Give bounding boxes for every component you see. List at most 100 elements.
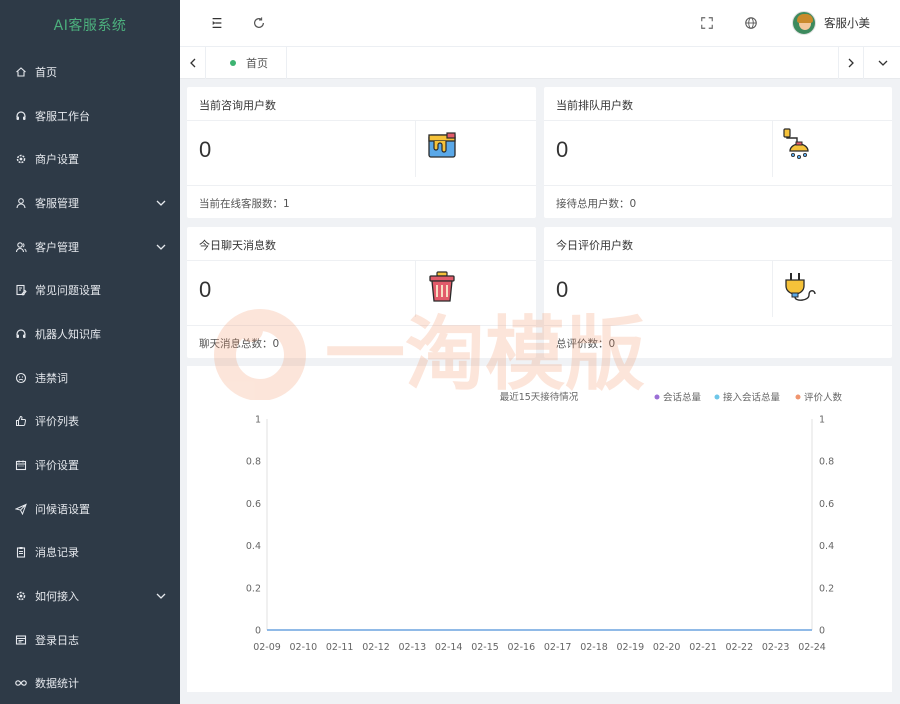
sidebar-item-label: 评价列表 (35, 415, 79, 429)
x-tick-label: 02-10 (290, 642, 318, 653)
tabs-dropdown-icon[interactable] (870, 47, 896, 79)
sidebar-item-0[interactable]: 首页 (0, 50, 180, 94)
card-footer: 接待总用户数：0 (556, 198, 637, 210)
sidebar-item-label: 如何接入 (35, 590, 79, 604)
y-tick-label-right: 0.2 (819, 583, 834, 594)
chevron-down-icon (156, 591, 166, 601)
edit-doc-icon (15, 284, 27, 297)
calendar-icon (15, 459, 27, 471)
log-icon (15, 634, 27, 646)
fullscreen-icon[interactable] (698, 14, 716, 32)
sidebar-item-label: 常见问题设置 (35, 284, 101, 298)
headset-icon (15, 110, 27, 122)
sidebar-item-2[interactable]: 商户设置 (0, 137, 180, 181)
y-tick-label-left: 0.4 (246, 541, 261, 552)
language-globe-icon[interactable] (742, 14, 760, 32)
chevron-down-icon (156, 198, 166, 208)
sidebar-item-10[interactable]: 问候语设置 (0, 487, 180, 531)
user-menu[interactable]: 客服小美 (792, 11, 870, 35)
gear-icon (15, 153, 27, 165)
shower-icon (782, 127, 816, 161)
x-tick-label: 02-18 (580, 642, 608, 653)
clipboard-icon (15, 546, 27, 558)
x-tick-label: 02-12 (362, 642, 390, 653)
chevron-down-icon (156, 242, 166, 252)
menu-toggle-icon[interactable] (208, 14, 226, 32)
sidebar-item-label: 消息记录 (35, 546, 79, 560)
sidebar-item-14[interactable]: 数据统计 (0, 662, 180, 704)
legend-marker (714, 394, 720, 400)
y-tick-label-right: 0.6 (819, 499, 834, 510)
y-tick-label-left: 0.2 (246, 583, 261, 594)
sidebar-item-label: 首页 (35, 65, 57, 79)
sidebar-item-3[interactable]: 客服管理 (0, 181, 180, 225)
stat-card-current-consult: 当前咨询用户数 0 当前在线客服数：1 (187, 87, 536, 218)
sidebar-item-13[interactable]: 登录日志 (0, 618, 180, 662)
sidebar-item-1[interactable]: 客服工作台 (0, 94, 180, 138)
trash-bin-icon (425, 270, 459, 304)
y-tick-label-left: 1 (255, 415, 261, 426)
home-icon (15, 66, 27, 78)
send-icon (15, 503, 27, 515)
sidebar-item-5[interactable]: 常见问题设置 (0, 268, 180, 312)
user-name: 客服小美 (824, 16, 870, 30)
x-tick-label: 02-19 (617, 642, 645, 653)
y-tick-label-left: 0 (255, 626, 261, 637)
tab-home-label: 首页 (246, 57, 268, 70)
x-tick-label: 02-09 (253, 642, 281, 653)
chart-svg: 最近15天接待情况 会话总量 接入会话总量 评价人数 0 0 0.2 0.2 0.4 0.4 0.6… (246, 391, 843, 653)
sidebar-item-label: 客户管理 (35, 240, 79, 254)
sidebar-item-8[interactable]: 评价列表 (0, 400, 180, 444)
legend-label: 接入会话总量 (723, 392, 781, 404)
stat-card-today-ratings: 今日评价用户数 0 总评价数：0 (544, 227, 892, 358)
y-tick-label-right: 0 (819, 626, 825, 637)
plug-icon (782, 270, 816, 304)
x-tick-label: 02-24 (798, 642, 826, 653)
x-tick-label: 02-17 (544, 642, 572, 653)
stat-card-today-messages: 今日聊天消息数 0 聊天消息总数：0 (187, 227, 536, 358)
sidebar-item-4[interactable]: 客户管理 (0, 225, 180, 269)
tabs-scroll-right-icon[interactable] (838, 47, 864, 79)
sidebar-item-12[interactable]: 如何接入 (0, 574, 180, 618)
y-tick-label-right: 1 (819, 415, 825, 426)
tabs-bar: 首页 (180, 47, 900, 79)
sidebar-item-label: 违禁词 (35, 371, 68, 385)
app-logo[interactable]: AI客服系统 (0, 0, 180, 50)
user-icon (15, 197, 27, 209)
reception-chart: 最近15天接待情况 会话总量 接入会话总量 评价人数 0 0 0.2 0.2 0.4 0.4 0.6… (187, 366, 892, 692)
paint-bucket-icon (425, 130, 459, 164)
tabs-scroll-left-icon[interactable] (180, 47, 206, 79)
sidebar-item-7[interactable]: 违禁词 (0, 356, 180, 400)
card-value: 0 (556, 137, 569, 162)
thumb-up-icon (15, 415, 27, 427)
sidebar-item-label: 机器人知识库 (35, 327, 101, 341)
x-tick-label: 02-20 (653, 642, 681, 653)
x-tick-label: 02-15 (471, 642, 499, 653)
sidebar-item-label: 客服管理 (35, 196, 79, 210)
user-group-icon (15, 241, 27, 253)
sidebar-item-label: 问候语设置 (35, 502, 90, 516)
y-tick-label-left: 0.8 (246, 457, 261, 468)
sidebar: AI客服系统 首页客服工作台商户设置客服管理客户管理常见问题设置 机器人知识库 违禁… (0, 0, 180, 704)
sidebar-item-label: 商户设置 (35, 153, 79, 167)
face-icon (15, 372, 27, 384)
card-value: 0 (199, 277, 212, 302)
avatar (792, 11, 816, 35)
card-footer: 当前在线客服数：1 (199, 198, 290, 210)
sidebar-item-9[interactable]: 评价设置 (0, 443, 180, 487)
sidebar-item-11[interactable]: 消息记录 (0, 531, 180, 575)
plugin-icon (15, 590, 27, 602)
refresh-icon[interactable] (250, 14, 268, 32)
infinity-icon (15, 677, 27, 689)
x-tick-label: 02-14 (435, 642, 463, 653)
active-dot (230, 60, 236, 66)
sidebar-item-label: 客服工作台 (35, 109, 90, 123)
legend-label: 会话总量 (663, 392, 702, 404)
tab-home[interactable]: 首页 (212, 47, 287, 79)
x-tick-label: 02-16 (508, 642, 536, 653)
sidebar-item-label: 数据统计 (35, 677, 79, 691)
card-value: 0 (556, 277, 569, 302)
chart-title: 最近15天接待情况 (500, 391, 579, 403)
top-header: 客服小美 (180, 0, 900, 47)
sidebar-item-6[interactable]: 机器人知识库 (0, 312, 180, 356)
